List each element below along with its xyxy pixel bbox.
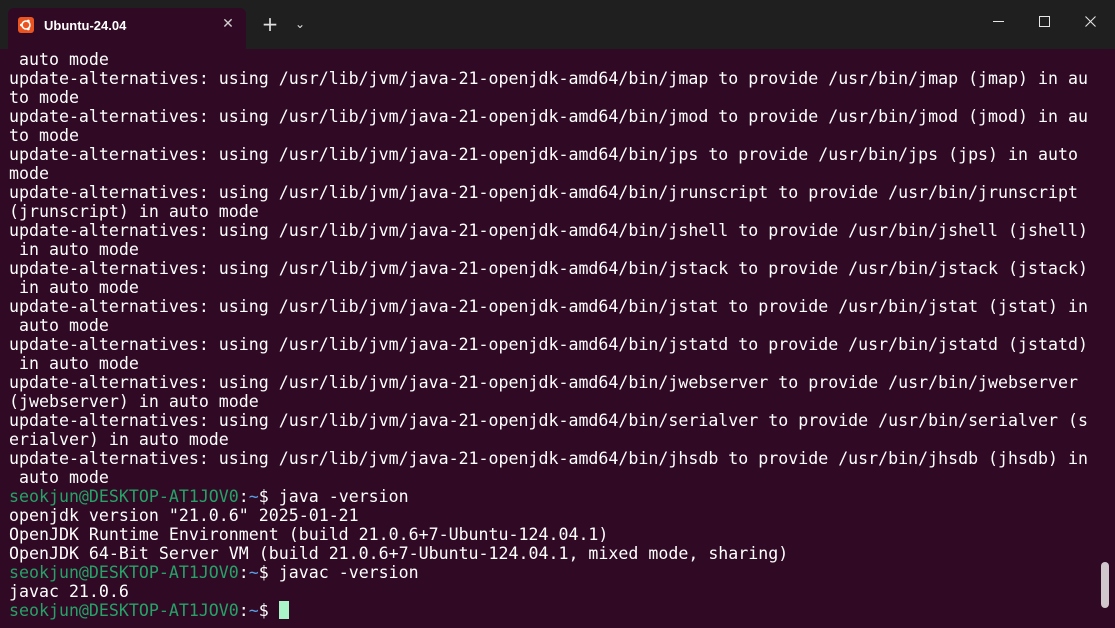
new-tab-button[interactable]: + [259,13,281,35]
command-text: java -version [278,487,409,506]
terminal-text: auto mode update-alternatives: using /usr… [9,50,1088,620]
output-line: update-alternatives: using /usr/lib/jvm/… [9,411,1088,430]
close-window-button[interactable] [1067,8,1113,34]
prompt-separator: : [238,487,249,506]
title-bar: Ubuntu-24.04 ✕ + ⌄ [0,0,1115,49]
output-line: in auto mode [9,240,139,259]
maximize-icon [1038,16,1050,27]
output-line: OpenJDK Runtime Environment (build 21.0.… [9,525,609,544]
prompt-separator: : [238,601,249,620]
output-line: update-alternatives: using /usr/lib/jvm/… [9,221,1088,240]
output-line: update-alternatives: using /usr/lib/jvm/… [9,183,1078,202]
text-cursor [278,601,289,619]
output-line: javac 21.0.6 [9,582,129,601]
prompt-path: ~ [248,563,259,582]
output-line: auto mode [9,316,109,335]
prompt-path: ~ [248,601,259,620]
output-line: erialver) in auto mode [9,430,229,449]
prompt-path: ~ [248,487,259,506]
tab-dropdown-chevron-down-icon[interactable]: ⌄ [292,15,308,33]
output-line: update-alternatives: using /usr/lib/jvm/… [9,297,1088,316]
output-line: update-alternatives: using /usr/lib/jvm/… [9,259,1088,278]
tab-ubuntu[interactable]: Ubuntu-24.04 ✕ [8,8,246,49]
output-line: update-alternatives: using /usr/lib/jvm/… [9,449,1088,468]
prompt-user-host: seokjun@DESKTOP-AT1JOV0 [9,601,239,620]
scrollbar-thumb[interactable] [1101,562,1109,608]
vertical-scrollbar[interactable] [1097,49,1115,628]
output-line: to mode [9,88,79,107]
output-line: in auto mode [9,354,139,373]
output-line: in auto mode [9,278,139,297]
prompt-line: seokjun@DESKTOP-AT1JOV0:~$ javac -versio… [9,563,1088,582]
output-line: update-alternatives: using /usr/lib/jvm/… [9,145,1078,164]
output-line: auto mode [9,468,109,487]
prompt-line: seokjun@DESKTOP-AT1JOV0:~$ java -version [9,487,1088,506]
output-line: update-alternatives: using /usr/lib/jvm/… [9,107,1088,126]
prompt-symbol: $ [258,601,279,620]
output-line: (jrunscript) in auto mode [9,202,259,221]
prompt-symbol: $ [258,487,279,506]
output-line: (jwebserver) in auto mode [9,392,259,411]
maximize-button[interactable] [1021,8,1067,34]
minimize-button[interactable] [975,8,1021,34]
ubuntu-logo-icon [18,17,34,33]
output-line: OpenJDK 64-Bit Server VM (build 21.0.6+7… [9,544,789,563]
output-line: auto mode [9,50,109,69]
tab-title: Ubuntu-24.04 [44,18,127,33]
prompt-symbol: $ [258,563,279,582]
output-line: update-alternatives: using /usr/lib/jvm/… [9,373,1078,392]
output-line: to mode [9,126,79,145]
terminal-output-area[interactable]: auto mode update-alternatives: using /usr… [0,49,1097,628]
tab-close-icon[interactable]: ✕ [219,15,237,33]
close-icon [1084,16,1096,27]
minimize-icon [992,21,1004,22]
output-line: openjdk version "21.0.6" 2025-01-21 [9,506,359,525]
prompt-separator: : [238,563,249,582]
terminal-window: Ubuntu-24.04 ✕ + ⌄ auto mode update-alter… [0,0,1115,628]
output-line: update-alternatives: using /usr/lib/jvm/… [9,335,1088,354]
prompt-user-host: seokjun@DESKTOP-AT1JOV0 [9,487,239,506]
command-text: javac -version [278,563,419,582]
output-line: update-alternatives: using /usr/lib/jvm/… [9,69,1088,88]
prompt-user-host: seokjun@DESKTOP-AT1JOV0 [9,563,239,582]
active-prompt-line[interactable]: seokjun@DESKTOP-AT1JOV0:~$ [9,601,1088,620]
output-line: mode [9,164,49,183]
